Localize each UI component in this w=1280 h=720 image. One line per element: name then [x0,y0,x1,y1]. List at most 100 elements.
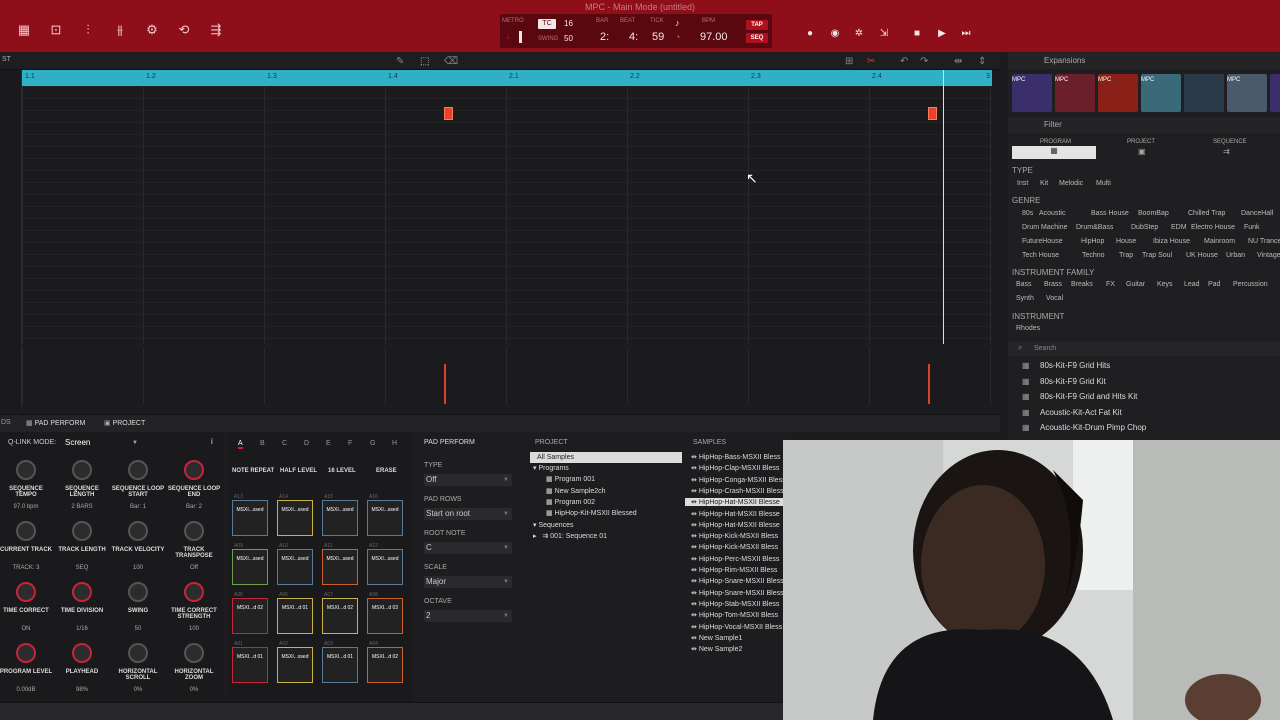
family-tag[interactable]: Keys [1157,281,1173,288]
octave-select[interactable]: 2 ▼ [424,610,512,622]
sample-item[interactable]: ⇹ HipHop-Kick-MSXII Bless [691,532,778,540]
zoom-h-icon[interactable]: ⇹ [954,56,962,67]
qlink-knob[interactable] [128,460,148,480]
program-list-item[interactable]: ▦ Acoustic-Kit-Act Fat Kit [1008,405,1280,420]
family-tag[interactable]: Lead [1184,281,1200,288]
qlink-knob[interactable] [16,521,36,541]
genre-tag[interactable]: NU Trance [1248,238,1280,245]
all-samples-item[interactable]: All Samples [530,452,682,463]
genre-tag[interactable]: Electro House [1191,224,1235,231]
family-tag[interactable]: FX [1106,281,1115,288]
stop-icon[interactable]: ■ [910,27,924,41]
genre-tag[interactable]: 80s [1022,210,1033,217]
main-mode-icon[interactable]: ⊡ [48,22,64,38]
expansion-thumb[interactable]: MPC [1227,74,1267,112]
play-icon[interactable]: ▶ [935,27,949,41]
project-program[interactable]: ▦ New Sample2ch [546,487,606,495]
pad[interactable]: A13 MSXI...ssed [232,494,268,536]
pad-bank-tab[interactable]: F [348,440,352,447]
type-tag[interactable]: Inst [1017,180,1028,187]
family-tag[interactable]: Breaks [1071,281,1093,288]
ext-sync-icon[interactable]: ⇲ [877,27,891,41]
sample-item[interactable]: ⇹ HipHop-Hat-MSXII Blesse [685,498,785,507]
sample-item[interactable]: ⇹ HipHop-Hat-MSXII Blesse [691,521,780,529]
genre-tag[interactable]: Techno [1082,252,1105,259]
pad[interactable]: A16 MSXI...ssed [367,494,403,536]
settings-gear-icon[interactable]: ⚙ [144,22,160,38]
tick-value[interactable]: 59 [652,31,664,43]
sample-item[interactable]: ⇹ HipHop-Vocal-MSXII Bless [691,623,782,631]
pad-function-button[interactable]: 16 LEVEL [328,468,356,474]
velocity-bar[interactable] [444,364,446,404]
expansion-thumb[interactable] [1270,74,1280,112]
qlink-knob[interactable] [184,460,204,480]
sample-item[interactable]: ⇹ HipHop-Hat-MSXII Blesse [691,510,780,518]
loop-icon[interactable]: ⟲ [176,22,192,38]
pad-rows-select[interactable]: Start on root ▼ [424,508,512,520]
qlink-knob[interactable] [184,643,204,663]
sample-item[interactable]: ⇹ HipHop-Tom-MSXII Bless [691,611,778,619]
genre-tag[interactable]: DanceHall [1241,210,1273,217]
genre-tag[interactable]: BoomBap [1138,210,1169,217]
keyboard-rail[interactable] [0,70,22,410]
sample-item[interactable]: ⇹ HipHop-Snare-MSXII Bless [691,577,784,585]
pad[interactable]: A09 MSXI...ssed [232,543,268,585]
info-icon[interactable]: i [211,437,213,446]
select-tool-icon[interactable]: ⬚ [420,56,429,67]
pad[interactable]: A01 MSXI...d 01 [232,641,268,683]
playhead[interactable] [943,70,944,344]
qlink-knob[interactable] [16,460,36,480]
program-list-item[interactable]: ▦ 80s-Kit-F9 Grid Hits [1008,358,1280,373]
genre-tag[interactable]: EDM [1171,224,1187,231]
genre-tag[interactable]: Drum&Bass [1076,224,1113,231]
qlink-knob[interactable] [72,582,92,602]
genre-tag[interactable]: UK House [1186,252,1218,259]
filter-header[interactable]: Filter [1008,117,1280,133]
project-filter-icon[interactable]: ▣ [1138,147,1146,156]
family-tag[interactable]: Percussion [1233,281,1268,288]
family-tag[interactable]: Synth [1016,295,1034,302]
velocity-bar[interactable] [928,364,930,404]
type-tag[interactable]: Kit [1040,180,1048,187]
sample-item[interactable]: ⇹ HipHop-Bass-MSXII Bless [691,453,781,461]
root-note-select[interactable]: C ▼ [424,542,512,554]
browser-grid-icon[interactable]: ▦ [16,22,32,38]
expansion-thumb[interactable]: MPC [1098,74,1138,112]
sequence-filter-icon[interactable]: ⇉ [1223,147,1230,156]
project-program[interactable]: ▦ HipHop-Kit-MSXII Blessed [546,509,637,517]
grid-snap-icon[interactable]: ⊞ [845,56,853,67]
genre-tag[interactable]: House [1116,238,1136,245]
expansion-thumb[interactable] [1184,74,1224,112]
velocity-lane[interactable] [22,348,992,404]
sample-item[interactable]: ⇹ HipHop-Kick-MSXII Bless [691,543,778,551]
tab-left[interactable]: DS [1,419,11,426]
genre-tag[interactable]: Ibiza House [1153,238,1190,245]
pad-bank-tab[interactable]: G [370,440,375,447]
family-tag[interactable]: Bass [1016,281,1032,288]
family-tag[interactable]: Brass [1044,281,1062,288]
genre-tag[interactable]: Mainroom [1204,238,1235,245]
expansion-thumb[interactable]: MPC [1055,74,1095,112]
sample-item[interactable]: ⇹ HipHop-Snare-MSXII Bless [691,589,784,597]
qlink-knob[interactable] [184,582,204,602]
sample-item[interactable]: ⇹ New Sample1 [691,634,742,642]
genre-tag[interactable]: Bass House [1091,210,1129,217]
pad[interactable]: A15 MSXI...ssed [322,494,358,536]
genre-tag[interactable]: FutureHouse [1022,238,1062,245]
qlink-knob[interactable] [128,521,148,541]
pad[interactable]: A14 MSXI...ssed [277,494,313,536]
tab-project[interactable]: ▣ PROJECT [104,419,145,427]
family-tag[interactable]: Guitar [1126,281,1145,288]
cut-icon[interactable]: ✂ [867,56,875,67]
pad-function-button[interactable]: NOTE REPEAT [232,468,274,474]
pad[interactable]: A08 MSXI...d 03 [367,592,403,634]
qlink-mode-select[interactable]: Screen ▼ [62,436,140,450]
tap-button[interactable]: TAP [746,20,768,30]
sample-item[interactable]: ⇹ HipHop-Perc-MSXII Bless [691,555,779,563]
qlink-knob[interactable] [16,582,36,602]
type-tag[interactable]: Melodic [1059,180,1083,187]
beat-value[interactable]: 4: [629,31,638,43]
tab-project[interactable]: PROJECT [1127,139,1155,145]
pad-bank-tab[interactable]: D [304,440,309,447]
sample-item[interactable]: ⇹ HipHop-Rim-MSXII Bless [691,566,777,574]
